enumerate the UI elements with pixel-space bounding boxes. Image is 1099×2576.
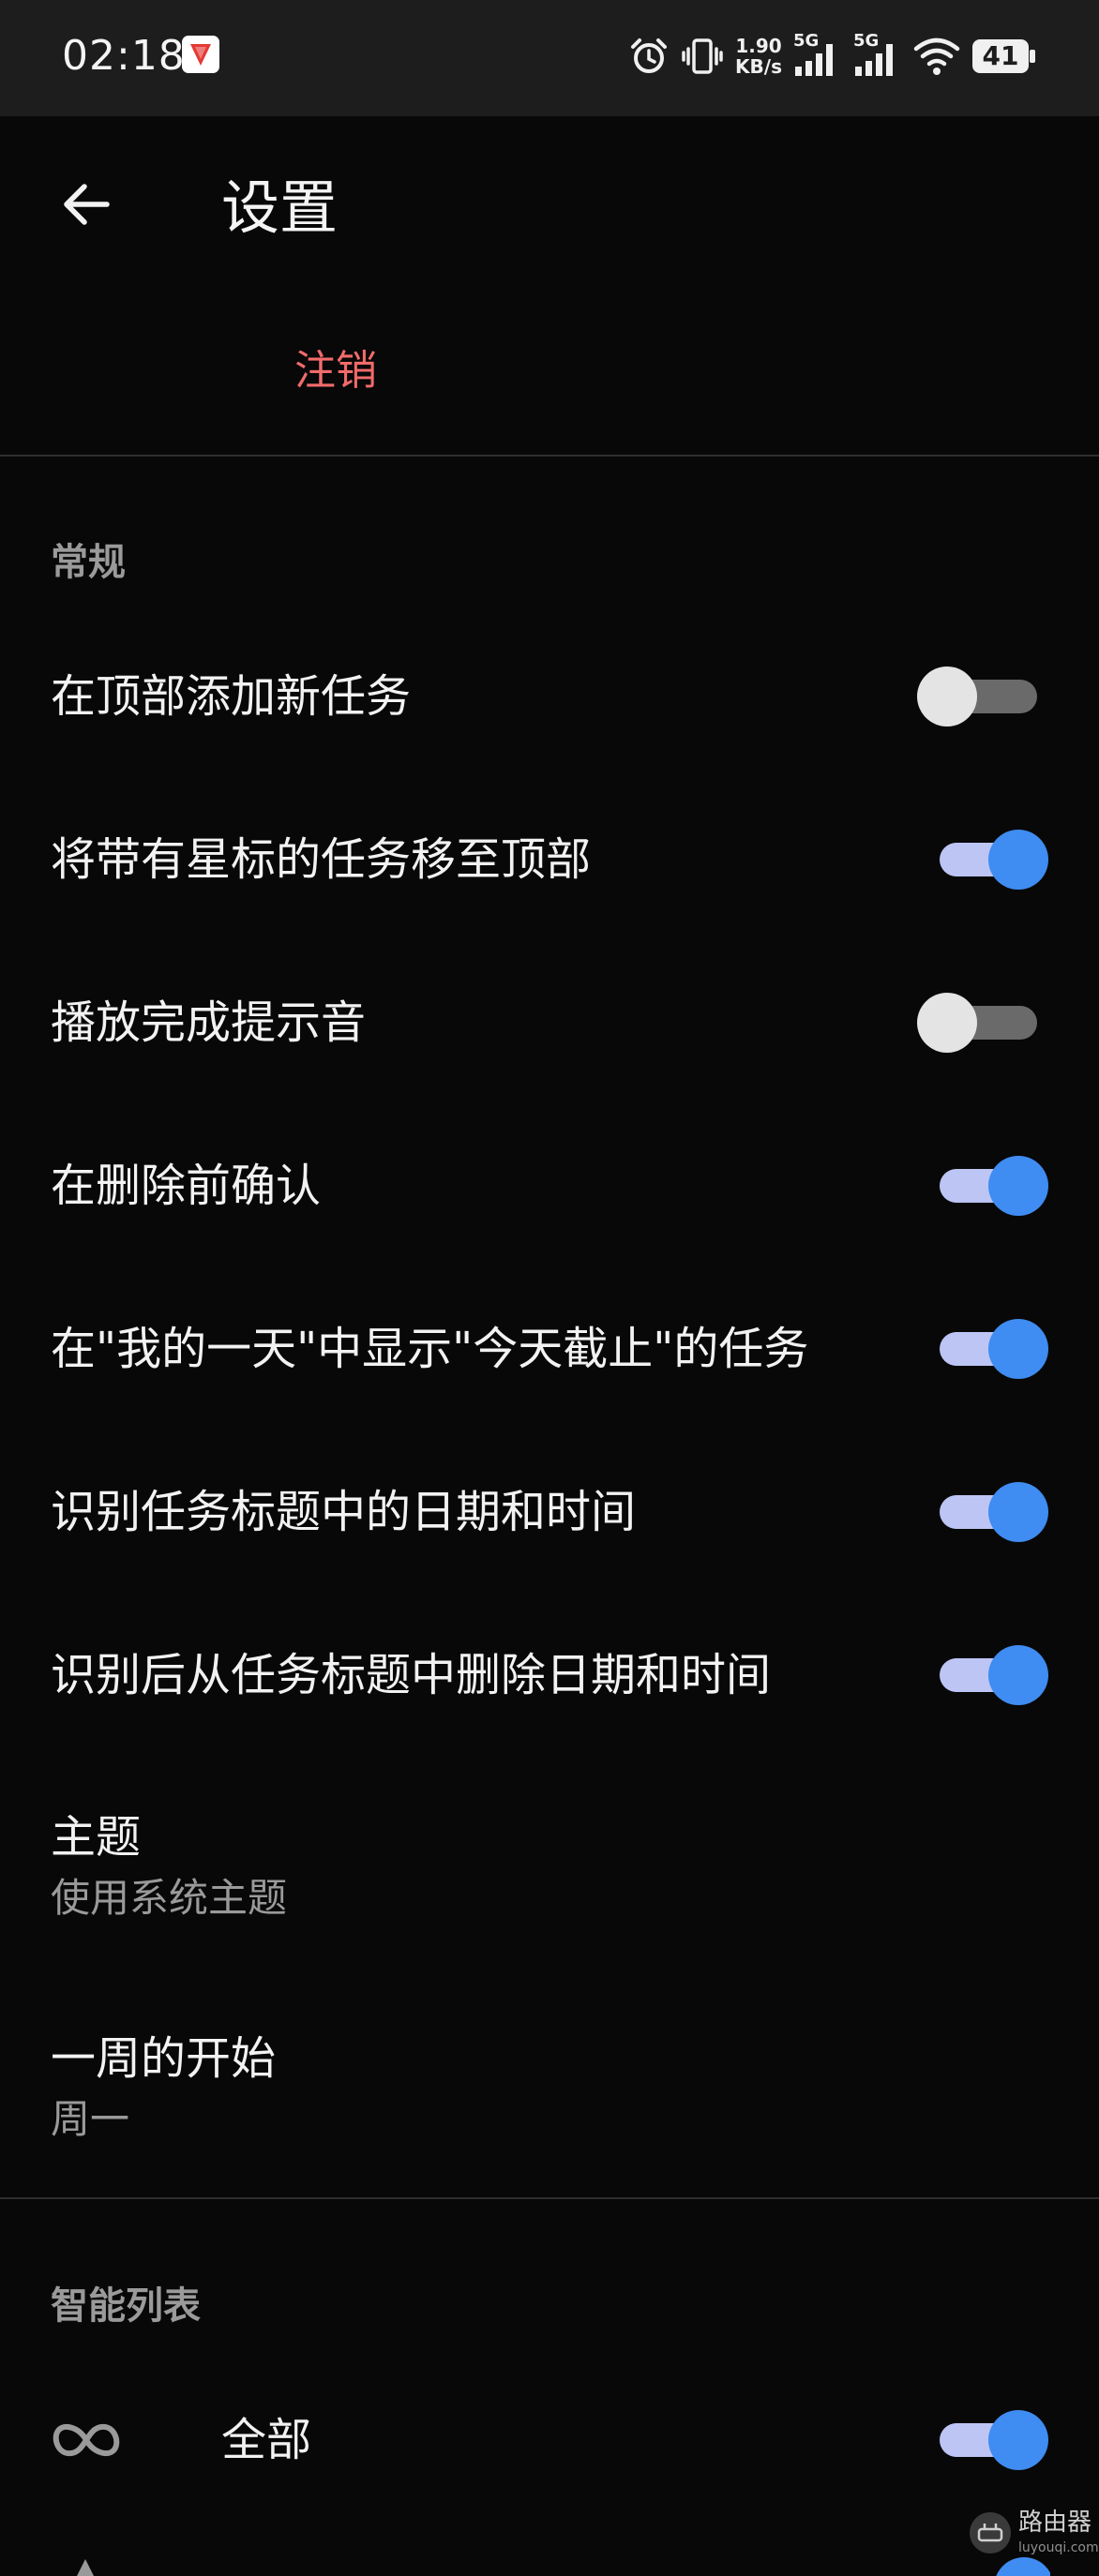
back-button[interactable]	[47, 165, 126, 244]
setting-week-start[interactable]: 一周的开始 周一	[0, 1993, 1099, 2194]
router-icon	[977, 2524, 1003, 2542]
setting-completion-sound[interactable]: 播放完成提示音	[0, 941, 1099, 1104]
setting-label: 将带有星标的任务移至顶部	[51, 833, 592, 886]
toggle-thumb	[988, 1645, 1048, 1705]
divider	[0, 455, 1099, 457]
toggle-thumb	[917, 993, 977, 1053]
network-speed-value: 1.90	[735, 35, 782, 57]
setting-theme[interactable]: 主题 使用系统主题	[0, 1772, 1099, 1972]
section-header-general: 常规	[51, 541, 126, 584]
starred-to-top-toggle[interactable]	[936, 830, 1048, 890]
detect-dates-toggle[interactable]	[936, 1482, 1048, 1542]
smart-list-all[interactable]: 全部	[0, 2360, 1099, 2520]
sim2-signal: 5G	[853, 31, 902, 78]
network-speed-unit: KB/s	[735, 55, 782, 78]
setting-label: 在删除前确认	[51, 1160, 322, 1212]
status-icons: 1.90 KB/s 5G 5G 41	[628, 26, 1037, 86]
setting-label: 识别任务标题中的日期和时间	[51, 1486, 637, 1538]
infinity-icon	[53, 2423, 120, 2457]
setting-add-to-top[interactable]: 在顶部添加新任务	[0, 615, 1099, 778]
router-logo-icon	[970, 2512, 1011, 2554]
battery-indicator: 41	[971, 37, 1037, 75]
back-arrow-icon	[64, 184, 110, 225]
setting-starred-to-top[interactable]: 将带有星标的任务移至顶部	[0, 778, 1099, 941]
toggle-thumb	[917, 666, 977, 726]
show-due-today-toggle[interactable]	[936, 1319, 1048, 1379]
alarm-icon	[631, 38, 668, 73]
signal-bars-icon	[855, 44, 893, 76]
theme-title: 主题	[51, 1811, 142, 1864]
setting-label: 在顶部添加新任务	[51, 670, 412, 723]
setting-remove-dates[interactable]: 识别后从任务标题中删除日期和时间	[0, 1594, 1099, 1757]
page-title: 设置	[221, 173, 339, 242]
app-notification-icon	[182, 36, 219, 73]
next-list-icon-partial	[77, 2559, 94, 2576]
setting-label: 播放完成提示音	[51, 996, 367, 1049]
watermark-title: 路由器	[1018, 2509, 1092, 2537]
app-bar: 设置	[0, 116, 1099, 294]
logout-button[interactable]: 注销	[294, 334, 377, 409]
setting-confirm-delete[interactable]: 在删除前确认	[0, 1104, 1099, 1267]
toggle-thumb	[988, 1319, 1048, 1379]
remove-dates-toggle[interactable]	[936, 1645, 1048, 1705]
vibrate-icon	[682, 38, 723, 74]
signal-bars-icon	[795, 44, 833, 76]
setting-label: 识别后从任务标题中删除日期和时间	[51, 1649, 772, 1701]
add-to-top-toggle[interactable]	[917, 666, 1041, 726]
setting-show-due-today[interactable]: 在"我的一天"中显示"今天截止"的任务	[0, 1267, 1099, 1430]
completion-sound-toggle[interactable]	[917, 993, 1041, 1053]
status-bar: 02:18 1.90 KB/s 5G 5G 41	[0, 0, 1099, 116]
divider	[0, 2197, 1099, 2199]
week-start-value: 周一	[51, 2096, 130, 2142]
smart-list-label: 全部	[221, 2414, 312, 2466]
status-time: 02:18	[62, 32, 186, 80]
watermark-subtitle: luyouqi.com	[1018, 2540, 1099, 2555]
toggle-thumb	[988, 1156, 1048, 1216]
sim1-signal: 5G	[793, 31, 842, 78]
toggle-thumb	[988, 830, 1048, 890]
toggle-thumb	[988, 1482, 1048, 1542]
setting-detect-dates[interactable]: 识别任务标题中的日期和时间	[0, 1430, 1099, 1594]
network-speed: 1.90 KB/s	[735, 36, 782, 77]
toggle-thumb	[988, 2410, 1048, 2470]
confirm-delete-toggle[interactable]	[936, 1156, 1048, 1216]
week-start-title: 一周的开始	[51, 2032, 277, 2085]
watermark: 路由器 luyouqi.com	[970, 2507, 1099, 2567]
battery-level: 41	[982, 40, 1019, 71]
section-header-smart-lists: 智能列表	[51, 2284, 201, 2328]
theme-value: 使用系统主题	[51, 1875, 288, 1921]
wifi-icon	[913, 37, 960, 75]
setting-label: 在"我的一天"中显示"今天截止"的任务	[51, 1323, 809, 1375]
smart-list-all-toggle[interactable]	[936, 2410, 1048, 2470]
